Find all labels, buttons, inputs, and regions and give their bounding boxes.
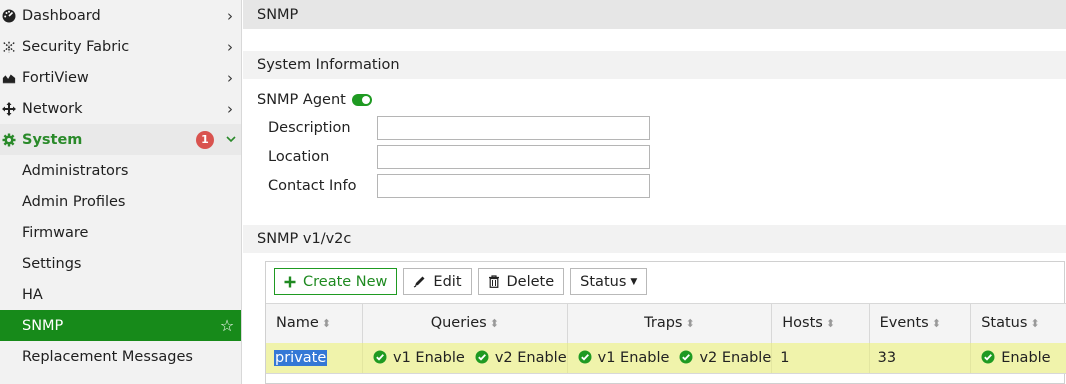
sidebar-item-label: Admin Profiles <box>22 193 126 210</box>
column-header-queries[interactable]: Queries ⬍ <box>362 303 568 343</box>
sidebar-item-settings[interactable]: Settings <box>0 248 241 279</box>
location-label: Location <box>268 149 330 165</box>
sidebar-item-system[interactable]: System 1 <box>0 124 241 155</box>
edit-button[interactable]: Edit <box>403 268 472 295</box>
location-field[interactable] <box>377 145 650 169</box>
sidebar-item-label: Settings <box>22 255 82 272</box>
fortiview-icon <box>2 71 16 85</box>
page-title: SNMP <box>243 0 1066 29</box>
traps-v2-status: v2 Enable <box>699 349 772 366</box>
sort-icon: ⬍ <box>685 317 695 331</box>
snmp-communities-panel: Create New Edit Delete Status ▼ Name ⬍ Q… <box>265 261 1066 384</box>
sort-icon: ⬍ <box>825 317 836 331</box>
cell-queries: v1 Enable v2 Enable <box>362 342 568 374</box>
sidebar-item-replacement-messages[interactable]: Replacement Messages <box>0 341 241 372</box>
edit-label: Edit <box>433 273 462 290</box>
cell-hosts: 1 <box>771 342 870 374</box>
check-circle-icon <box>475 350 489 364</box>
main-content: SNMP System Information SNMP Agent Descr… <box>243 0 1066 384</box>
column-header-status[interactable]: Status ⬍ <box>970 303 1066 343</box>
snmp-communities-table: Name ⬍ Queries ⬍ Traps ⬍ Hosts ⬍ Events ⬍ Sta… <box>266 303 1066 374</box>
network-icon <box>2 101 16 116</box>
table-header-row: Name ⬍ Queries ⬍ Traps ⬍ Hosts ⬍ Events ⬍ Sta… <box>266 303 1066 343</box>
star-icon[interactable]: ☆ <box>212 316 241 335</box>
sidebar-item-ha[interactable]: HA <box>0 279 241 310</box>
sort-icon: ⬍ <box>931 317 941 331</box>
caret-down-icon: ▼ <box>630 276 638 287</box>
sidebar-item-administrators[interactable]: Administrators <box>0 155 241 186</box>
sidebar-item-label: Dashboard <box>22 7 101 24</box>
queries-v1-status: v1 Enable <box>393 349 465 366</box>
sidebar-item-label: System <box>22 131 83 148</box>
chevron-right-icon: › <box>227 6 233 25</box>
sidebar-item-label: Administrators <box>22 162 129 179</box>
pencil-icon <box>413 275 426 288</box>
column-header-name[interactable]: Name ⬍ <box>266 303 363 343</box>
gear-icon <box>2 133 16 147</box>
sidebar-item-label: Security Fabric <box>22 38 130 55</box>
create-new-button[interactable]: Create New <box>274 268 398 295</box>
status-dropdown-label: Status <box>580 273 627 290</box>
delete-label: Delete <box>506 273 555 290</box>
table-row[interactable]: private v1 Enable v2 Enable v1 Enable v2 E… <box>266 342 1066 374</box>
sidebar-item-fortiview[interactable]: FortiView › <box>0 62 241 93</box>
cell-events: 33 <box>869 342 972 374</box>
security-fabric-icon <box>2 40 16 54</box>
notification-badge: 1 <box>196 130 214 149</box>
column-header-events[interactable]: Events ⬍ <box>869 303 972 343</box>
chevron-right-icon: › <box>227 37 233 56</box>
sidebar-item-label: HA <box>22 286 43 303</box>
sidebar-item-label: Firmware <box>22 224 89 241</box>
sort-icon: ⬍ <box>489 317 499 331</box>
status-value: Enable <box>1001 349 1051 366</box>
system-information-heading: System Information <box>243 51 1066 79</box>
contact-info-field[interactable] <box>377 174 650 198</box>
sidebar-item-snmp[interactable]: SNMP ☆ <box>0 310 241 341</box>
contact-info-label: Contact Info <box>268 178 357 194</box>
sidebar-item-dashboard[interactable]: Dashboard › <box>0 0 241 31</box>
plus-icon <box>284 276 296 288</box>
column-header-traps[interactable]: Traps ⬍ <box>567 303 773 343</box>
check-circle-icon <box>679 350 693 364</box>
snmp-agent-label: SNMP Agent <box>257 92 346 108</box>
chevron-down-icon <box>220 132 241 147</box>
sidebar-item-label: Network <box>22 100 83 117</box>
sidebar-item-label: SNMP <box>22 317 64 334</box>
sidebar-item-network[interactable]: Network › <box>0 93 241 124</box>
queries-v2-status: v2 Enable <box>494 349 567 366</box>
cell-traps: v1 Enable v2 Enable <box>567 342 773 374</box>
sidebar-item-admin-profiles[interactable]: Admin Profiles <box>0 186 241 217</box>
sort-icon: ⬍ <box>1030 317 1040 331</box>
chevron-right-icon: › <box>227 68 233 87</box>
snmp-agent-row: SNMP Agent <box>257 89 372 111</box>
trash-icon <box>488 275 500 288</box>
delete-button[interactable]: Delete <box>477 268 565 295</box>
sidebar-item-firmware[interactable]: Firmware <box>0 217 241 248</box>
sidebar-item-security-fabric[interactable]: Security Fabric › <box>0 31 241 62</box>
snmp-agent-toggle[interactable] <box>351 94 372 106</box>
sidebar-item-label: FortiView <box>22 69 89 86</box>
description-label: Description <box>268 120 351 136</box>
description-field[interactable] <box>377 116 650 140</box>
check-circle-icon <box>373 350 387 364</box>
sidebar-item-label: Replacement Messages <box>22 348 193 365</box>
sort-icon: ⬍ <box>321 317 331 331</box>
dashboard-icon <box>2 9 16 23</box>
column-header-hosts[interactable]: Hosts ⬍ <box>771 303 870 343</box>
create-new-label: Create New <box>303 273 388 290</box>
snmp-v1v2c-heading: SNMP v1/v2c <box>243 225 1066 253</box>
check-circle-icon <box>981 350 995 364</box>
cell-name[interactable]: private <box>266 342 363 374</box>
sidebar: Dashboard › Security Fabric › FortiView … <box>0 0 242 384</box>
traps-v1-status: v1 Enable <box>597 349 670 366</box>
toolbar: Create New Edit Delete Status ▼ <box>274 268 648 295</box>
chevron-right-icon: › <box>227 99 233 118</box>
status-dropdown[interactable]: Status ▼ <box>570 268 648 295</box>
check-circle-icon <box>578 350 592 364</box>
community-name: private <box>274 349 328 366</box>
cell-status: Enable <box>970 342 1066 374</box>
